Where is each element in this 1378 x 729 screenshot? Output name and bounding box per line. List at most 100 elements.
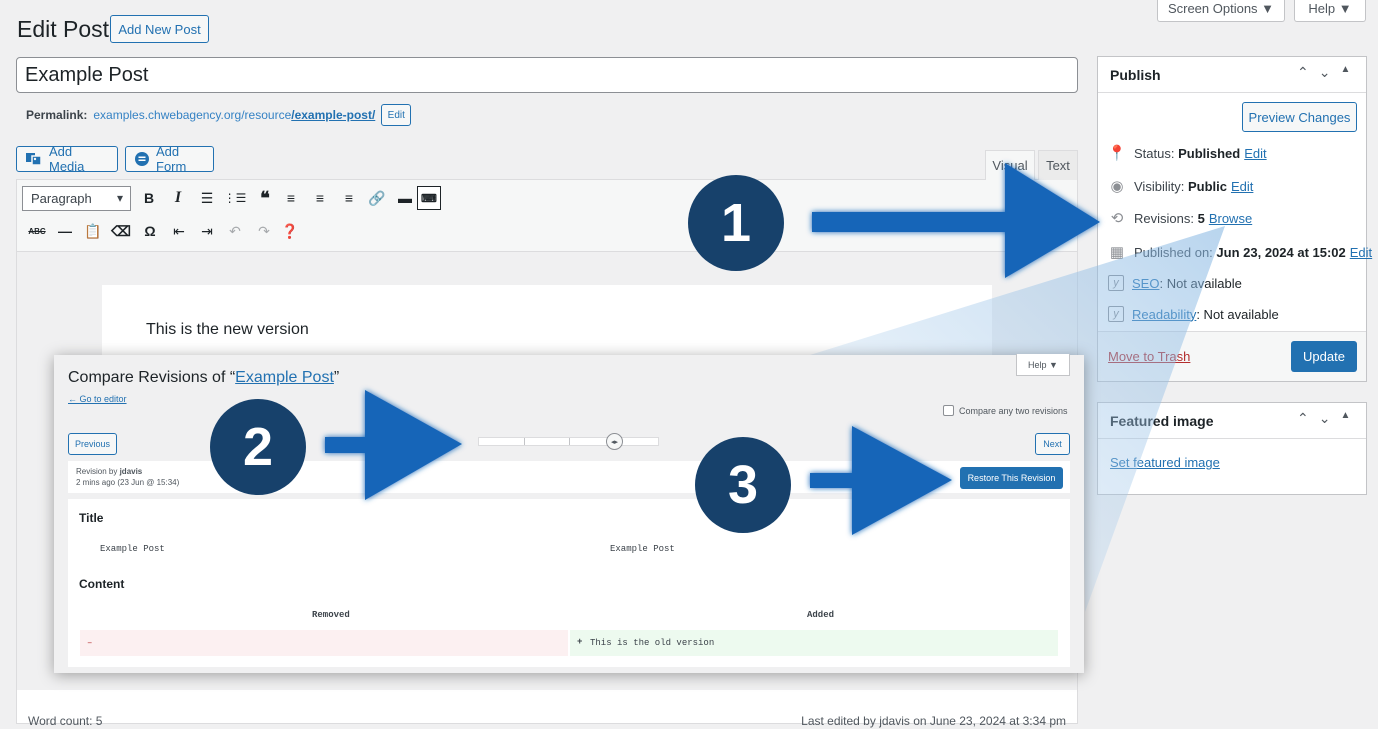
align-right-icon[interactable]: ≡ (337, 186, 361, 210)
pin-icon: 📍 (1107, 145, 1127, 162)
chevron-up-icon[interactable]: ⌃ (1297, 410, 1309, 427)
compare-two-toggle[interactable]: Compare any two revisions (943, 405, 1068, 416)
set-featured-image-link[interactable]: Set featured image (1110, 455, 1220, 470)
add-form-button[interactable]: Add Form (125, 144, 214, 174)
compare-checkbox[interactable] (943, 405, 954, 416)
revisions-help-button[interactable]: Help ▼ (1016, 354, 1070, 376)
featured-panel-divider (1098, 438, 1366, 439)
preview-changes-button[interactable]: Preview Changes (1242, 102, 1357, 132)
permalink-edit-button[interactable]: Edit (381, 104, 412, 126)
yoast-seo-icon: y (1108, 275, 1124, 291)
publish-heading: Publish (1110, 67, 1161, 83)
add-media-button[interactable]: Add Media (16, 144, 118, 174)
published-label: Published on: (1134, 244, 1213, 260)
tab-visual[interactable]: Visual (985, 150, 1035, 180)
align-center-icon[interactable]: ≡ (303, 186, 337, 210)
italic-icon[interactable]: I (161, 186, 195, 210)
previous-label: Previous (74, 439, 110, 449)
chevron-down-icon[interactable]: ⌄ (1319, 64, 1331, 81)
post-title-input[interactable] (16, 57, 1078, 93)
outdent-icon[interactable]: ⇤ (164, 219, 194, 243)
restore-revision-button[interactable]: Restore This Revision (960, 467, 1063, 489)
visibility-edit-link[interactable]: Edit (1231, 179, 1253, 194)
compare-label: Compare any two revisions (959, 405, 1068, 416)
slider-tick (569, 438, 570, 445)
diff-title-old: Example Post (100, 544, 165, 554)
horizontal-line-icon[interactable]: — (50, 219, 80, 243)
revisions-browse-link[interactable]: Browse (1209, 211, 1252, 226)
screen-options-button[interactable]: Screen Options ▼ (1157, 0, 1285, 22)
revisions-row: ⟲ Revisions: 5 Browse (1108, 209, 1252, 227)
numbered-list-icon[interactable]: ⋮☰ (219, 186, 251, 210)
revisions-title-suffix: ” (333, 369, 340, 386)
tab-text-label: Text (1046, 158, 1070, 173)
permalink-base-link[interactable]: examples.chwebagency.org/resource (93, 108, 291, 122)
bullet-list-icon[interactable]: ☰ (195, 186, 219, 210)
revisions-title: Compare Revisions of “Example Post” (68, 369, 339, 387)
link-icon[interactable]: 🔗 (361, 186, 393, 210)
next-button[interactable]: Next (1035, 433, 1070, 455)
chevron-up-icon[interactable]: ⌃ (1297, 64, 1309, 81)
help-button[interactable]: Help ▼ (1294, 0, 1366, 22)
diff-added-heading: Added (807, 610, 835, 620)
bold-icon[interactable]: B (137, 186, 161, 210)
collapse-arrow-icon[interactable]: ▲ (1340, 410, 1350, 427)
diff-removed-heading: Removed (312, 610, 350, 620)
published-value: Jun 23, 2024 at 15:02 (1216, 244, 1346, 260)
readability-value: : Not available (1196, 306, 1279, 322)
readability-link[interactable]: Readability (1132, 307, 1196, 322)
last-edited: Last edited by jdavis on June 23, 2024 a… (801, 714, 1066, 728)
published-row: ▦ Published on: Jun 23, 2024 at 15:02 Ed… (1108, 243, 1372, 261)
indent-icon[interactable]: ⇥ (194, 219, 220, 243)
toolbar-row-2: ABC — 📋 ⌫ Ω ⇤ ⇥ ↶ ↷ ❓ (24, 219, 302, 243)
revisions-label: Revisions: (1134, 210, 1194, 226)
add-new-post-button[interactable]: Add New Post (110, 15, 209, 43)
callout-badge-2: 2 (210, 399, 306, 495)
tab-text[interactable]: Text (1038, 150, 1078, 180)
blockquote-icon[interactable]: ❝ (251, 186, 279, 210)
diff-title-heading: Title (79, 511, 104, 525)
visibility-label: Visibility: (1134, 178, 1185, 194)
removed-marker: – (87, 638, 93, 648)
featured-panel-controls: ⌃ ⌄ ▲ (1297, 410, 1350, 427)
strikethrough-icon[interactable]: ABC (24, 219, 50, 243)
permalink-slug-link[interactable]: /example-post/ (291, 108, 375, 122)
visibility-value: Public (1187, 178, 1227, 194)
format-select[interactable]: Paragraph (22, 186, 131, 211)
revisions-title-link[interactable]: Example Post (235, 369, 334, 386)
toolbar-toggle-icon[interactable]: ⌨ (417, 186, 441, 210)
status-edit-link[interactable]: Edit (1244, 146, 1266, 161)
previous-button[interactable]: Previous (68, 433, 117, 455)
redo-icon[interactable]: ↷ (250, 219, 278, 243)
screen-options-label: Screen Options ▼ (1167, 1, 1275, 16)
special-character-icon[interactable]: Ω (136, 219, 164, 243)
form-icon (134, 151, 150, 167)
revision-by-prefix: Revision by (76, 467, 120, 476)
paste-text-icon[interactable]: 📋 (80, 219, 106, 243)
published-edit-link[interactable]: Edit (1350, 245, 1372, 260)
calendar-icon: ▦ (1109, 244, 1125, 261)
editor-content-text: This is the new version (146, 321, 309, 338)
clear-formatting-icon[interactable]: ⌫ (106, 219, 136, 243)
update-button[interactable]: Update (1291, 341, 1357, 372)
diff-title-new: Example Post (610, 544, 675, 554)
revision-slider[interactable] (478, 437, 659, 446)
help-circle-icon[interactable]: ❓ (278, 219, 302, 243)
slider-handle[interactable]: ◂▸ (606, 433, 623, 450)
seo-link[interactable]: SEO (1132, 276, 1159, 291)
chevron-down-icon[interactable]: ⌄ (1319, 410, 1331, 427)
page-title: Edit Post (17, 16, 110, 42)
read-more-icon[interactable]: ▬ (393, 186, 417, 210)
readability-row: y Readability: Not available (1108, 306, 1279, 322)
undo-icon[interactable]: ↶ (220, 219, 250, 243)
revision-meta: Revision by jdavis 2 mins ago (23 Jun @ … (76, 466, 179, 488)
move-to-trash-link[interactable]: Move to Trash (1108, 349, 1190, 364)
add-form-label: Add Form (156, 144, 187, 174)
yoast-readability-icon: y (1108, 306, 1124, 322)
align-left-icon[interactable]: ≡ (279, 186, 303, 210)
collapse-arrow-icon[interactable]: ▲ (1340, 64, 1350, 81)
history-icon: ⟲ (1110, 210, 1124, 227)
go-to-editor-link[interactable]: ← Go to editor (68, 394, 127, 404)
callout-badge-3: 3 (695, 437, 791, 533)
revision-time: 2 mins ago (23 Jun @ 15:34) (76, 478, 180, 487)
